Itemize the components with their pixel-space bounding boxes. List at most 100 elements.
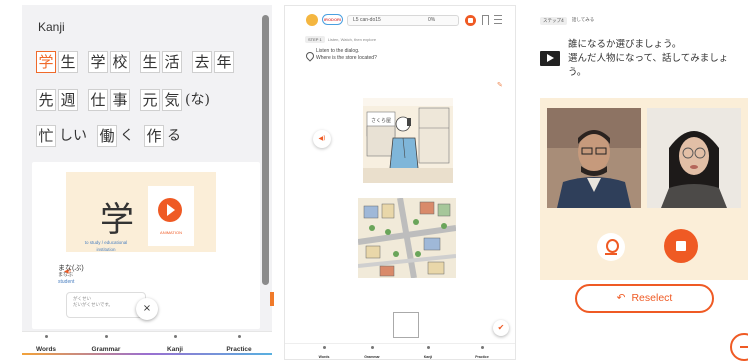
tab-grammar[interactable]: Grammar (357, 346, 387, 359)
character-video-man[interactable] (547, 108, 641, 208)
illustration-svg: さくら屋 (363, 106, 453, 183)
kanji-char: 学 (36, 51, 56, 73)
kanji-meaning: to study / educational institution (76, 239, 136, 253)
kanji-char: 作 (144, 125, 164, 147)
kanji-word-shigoto[interactable]: 仕 事 (88, 89, 130, 111)
meaning-line: to study / educational (84, 240, 128, 245)
stroke-animation-box[interactable]: ANIMATION (148, 186, 194, 246)
instruction-line: 選んだ人物になって、話してみましょ (568, 53, 729, 64)
kanji-char: 去 (192, 51, 212, 73)
tab-kanji[interactable]: Kanji (155, 335, 195, 353)
tab-words[interactable]: Words (309, 346, 339, 359)
tab-dot (322, 346, 326, 349)
tab-practice[interactable]: Practice (467, 346, 497, 359)
speaker-icon[interactable]: ◀) (313, 130, 331, 148)
tab-kanji[interactable]: Kanji (413, 346, 443, 359)
kanji-char: 先 (36, 89, 56, 111)
kanji-char: 元 (140, 89, 160, 111)
instruction-text: Listen to the dialog. Where is the store… (316, 48, 377, 62)
tab-dot (237, 335, 241, 338)
tab-dot (370, 346, 374, 349)
location-pin-icon (304, 50, 316, 62)
scrollbar[interactable] (262, 15, 269, 285)
kanji-char: 活 (162, 51, 182, 73)
example-word: まな(ぶ) まなぶ student (58, 265, 84, 286)
close-button[interactable]: × (136, 298, 158, 320)
kanji-word-hataraku[interactable]: 働 く (97, 125, 134, 147)
large-kanji: 学 (100, 200, 134, 240)
check-icon[interactable]: ✔ (493, 320, 509, 336)
example-english: student (58, 279, 75, 285)
stop-button[interactable] (664, 229, 698, 263)
example-sub: まなぶ (58, 272, 74, 278)
roleplay-panel: ステップ4 話してみる 誰になるか選びましょう。 選んだ人物になって、話してみま… (530, 5, 748, 362)
kanji-word-isogashii[interactable]: 忙 しい (36, 125, 87, 147)
kanji-char: 週 (58, 89, 78, 111)
undo-icon: ↶ (616, 292, 626, 304)
kanji-word-gakkou[interactable]: 学 校 (88, 51, 130, 73)
tab-label: Practice (226, 346, 252, 353)
tab-words[interactable]: Words (26, 335, 66, 353)
tab-label: Kanji (167, 346, 183, 353)
instruction-line: う。 (568, 67, 587, 78)
progress-bar: L5 can-do15 0% (347, 15, 459, 26)
microphone-button[interactable] (597, 233, 625, 261)
reselect-button[interactable]: ↶ Reselect (575, 284, 714, 313)
character-video-woman[interactable] (647, 108, 741, 208)
man-portrait (547, 108, 641, 208)
kanji-char: 生 (58, 51, 78, 73)
play-icon[interactable] (158, 198, 182, 222)
tab-practice[interactable]: Practice (219, 335, 259, 353)
tab-dot (426, 346, 430, 349)
kanji-row: 先 週 仕 事 元 気 (な) (36, 89, 210, 111)
breadcrumb: ステップ4 話してみる (540, 17, 594, 25)
meaning-line: institution (96, 247, 116, 252)
bookmark-icon[interactable] (482, 15, 489, 25)
kanji-char: 学 (88, 51, 108, 73)
tab-label: Words (318, 355, 330, 359)
kanji-char: 校 (110, 51, 130, 73)
kanji-word-tsukuru[interactable]: 作 る (144, 125, 181, 147)
tab-dot (173, 335, 177, 338)
close-icon[interactable] (465, 15, 476, 26)
instruction-line: 誰になるか選びましょう。 (568, 39, 682, 50)
tab-label: Grammar (91, 346, 121, 353)
kanji-word-gakusei[interactable]: 学 生 (36, 51, 78, 73)
tab-label: Practice (475, 355, 489, 359)
reselect-label: Reselect (631, 292, 673, 304)
kana-suffix: (な) (185, 92, 210, 108)
kanji-word-kyonen[interactable]: 去 年 (192, 51, 234, 73)
shop-sign: さくら屋 (371, 117, 391, 124)
tab-dot (104, 335, 108, 338)
kanji-word-senshuu[interactable]: 先 週 (36, 89, 78, 111)
kanji-char: 仕 (88, 89, 108, 111)
listening-panel: IRODORI L5 can-do15 0% STEP 1 Listen, Wa… (284, 5, 516, 360)
app-logo: IRODORI (322, 14, 343, 25)
home-icon[interactable] (306, 14, 318, 26)
next-icon[interactable] (730, 333, 748, 361)
kanji-word-genki[interactable]: 元 気 (な) (140, 89, 210, 111)
tab-grammar[interactable]: Grammar (86, 335, 126, 353)
menu-icon[interactable] (494, 15, 502, 24)
map-svg (358, 198, 456, 278)
step-title: Listen, Watch, then explore (327, 37, 377, 42)
kanji-word-seikatsu[interactable]: 生 活 (140, 51, 182, 73)
progress-percent: 0% (428, 17, 436, 23)
instruction-line: Where is the store located? (316, 55, 377, 61)
example-reading: まな(ぶ) (58, 265, 84, 272)
answer-box[interactable] (393, 312, 419, 338)
script-icon[interactable]: ✎ (497, 81, 507, 89)
tab-dot (44, 335, 48, 338)
kana-suffix: く (120, 128, 134, 144)
tab-label: Grammar (364, 355, 380, 359)
kanji-row: 学 生 学 校 生 活 去 年 (36, 51, 234, 73)
kanji-char: 働 (97, 125, 117, 147)
kanji-detail-card: 学 to study / educational institution ANI… (32, 162, 260, 329)
instruction-line: Listen to the dialog. (316, 48, 360, 54)
kanji-display-area: 学 to study / educational institution ANI… (66, 172, 216, 252)
step-title: 話してみる (571, 18, 595, 23)
tab-label: Words (35, 346, 57, 353)
kana-suffix: る (167, 128, 181, 144)
page-title: Kanji (38, 20, 65, 34)
kanji-char: 忙 (36, 125, 56, 147)
